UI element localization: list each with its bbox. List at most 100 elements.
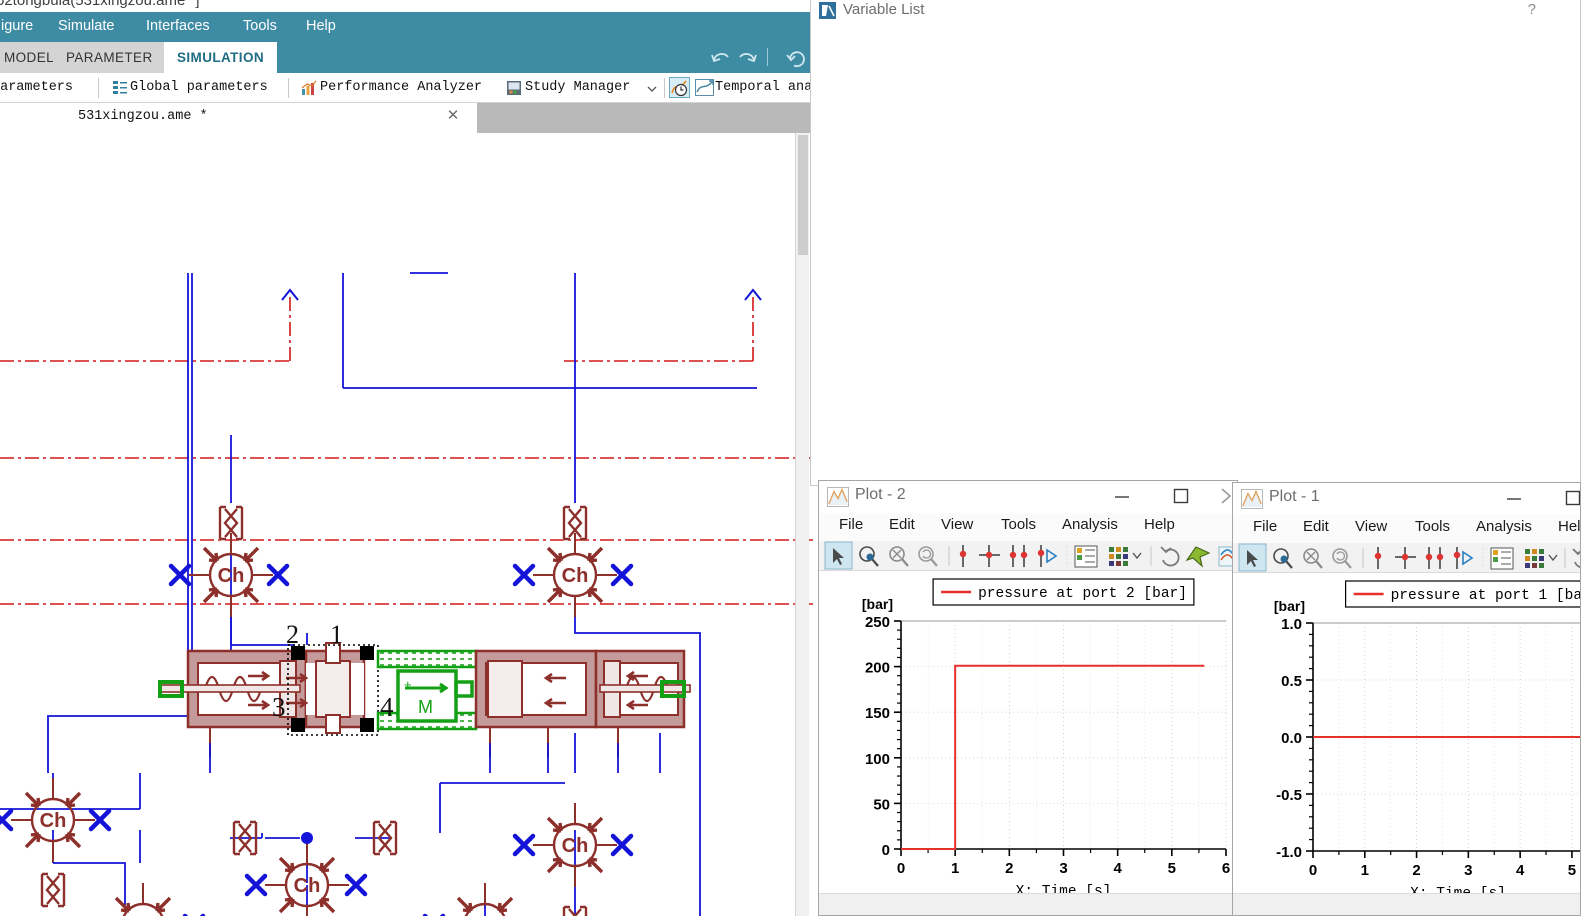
- toolbar-study-manager[interactable]: Study Manager: [525, 73, 630, 103]
- plot-1-menu-file[interactable]: File: [1253, 518, 1277, 535]
- plot-1-menu-analysis[interactable]: Analysis: [1476, 518, 1532, 535]
- svg-text:4: 4: [1113, 860, 1122, 877]
- chart-legend[interactable]: pressure at port 1 [bar]: [1344, 580, 1581, 608]
- svg-text:3: 3: [272, 692, 286, 722]
- mass-submodel: + M 4: [376, 649, 478, 731]
- chevron-down-icon[interactable]: [646, 83, 658, 95]
- plot-2-menu-edit[interactable]: Edit: [889, 516, 915, 533]
- hydraulic-lines: [0, 272, 757, 916]
- chart-legend[interactable]: pressure at port 2 [bar]: [932, 578, 1195, 606]
- performance-analyzer-icon[interactable]: [301, 80, 317, 96]
- variable-list-window: Variable List ? Submodel + M 2 1 mass_fr…: [810, 0, 1581, 486]
- check-valve-3[interactable]: [9, 776, 97, 864]
- plot-1-menu-tools[interactable]: Tools: [1415, 518, 1450, 535]
- maximize-button[interactable]: [1559, 487, 1580, 509]
- pin-icon: [1185, 546, 1211, 568]
- refresh-icon: [1160, 546, 1180, 567]
- ribbon-actions: [657, 42, 807, 73]
- refresh-icon[interactable]: [785, 48, 809, 70]
- toolbar-temporal-analysis[interactable]: Temporal ana: [715, 73, 812, 103]
- svg-text:50: 50: [873, 796, 890, 813]
- minimize-button[interactable]: [1109, 485, 1135, 507]
- maximize-button[interactable]: [1167, 485, 1193, 507]
- orifice-3[interactable]: [40, 872, 66, 908]
- svg-text:5: 5: [1168, 860, 1176, 877]
- study-manager-icon[interactable]: [506, 80, 522, 96]
- plot-2-window[interactable]: Plot - 2 File Edit View Tools Analysis H…: [818, 480, 1238, 916]
- tab-parameter[interactable]: PARAMETER: [53, 42, 166, 73]
- port-marker-5: [0, 811, 11, 829]
- y-axis-unit-label: [bar]: [862, 596, 893, 612]
- toolbar-global-parameters[interactable]: Global parameters: [130, 73, 268, 103]
- menu-bar: igure Simulate Interfaces Tools Help: [0, 12, 813, 42]
- legend-list-icon: [1490, 547, 1514, 570]
- help-icon[interactable]: ?: [1528, 1, 1536, 18]
- plot-2-menu-view[interactable]: View: [941, 516, 973, 533]
- port-marker-3: [515, 566, 533, 584]
- tab-simulation[interactable]: SIMULATION: [164, 42, 277, 73]
- check-valve-6[interactable]: [531, 801, 619, 889]
- plot-2-menu-tools[interactable]: Tools: [1001, 516, 1036, 533]
- legend-label: pressure at port 2 [bar]: [978, 586, 1187, 602]
- minimize-button[interactable]: [1501, 487, 1527, 509]
- plot-icon: [827, 487, 849, 507]
- plot-1-window[interactable]: Plot - 1 File Edit View Tools Analysis H…: [1232, 482, 1581, 916]
- plot-1-status-bar: [1233, 893, 1580, 915]
- plot-1-menu-help[interactable]: Hel: [1558, 518, 1580, 535]
- svg-text:-1.0: -1.0: [1276, 844, 1302, 861]
- simulation-toolbar: Parameters Global parameters Performance…: [0, 73, 813, 103]
- dual-cursor-icon: [1425, 547, 1444, 569]
- menu-item-interfaces[interactable]: Interfaces: [143, 17, 213, 35]
- plot-2-menu-analysis[interactable]: Analysis: [1062, 516, 1118, 533]
- svg-text:+: +: [404, 677, 412, 692]
- plot-1-menu-edit[interactable]: Edit: [1303, 518, 1329, 535]
- check-valve-5[interactable]: [263, 841, 351, 916]
- plot-2-menu-bar: File Edit View Tools Analysis Help: [819, 513, 1237, 541]
- menu-item-simulate[interactable]: Simulate: [55, 17, 117, 35]
- zoom-in-icon: [859, 546, 879, 567]
- plot-1-title-bar[interactable]: Plot - 1: [1233, 483, 1580, 515]
- document-tab[interactable]: 531xingzou.ame * ✕: [0, 103, 477, 133]
- global-parameters-icon[interactable]: [112, 80, 128, 96]
- plot-1-menu-view[interactable]: View: [1355, 518, 1387, 535]
- svg-text:-0.5: -0.5: [1276, 787, 1302, 804]
- reference-lines: [0, 295, 813, 605]
- port-marker-10: [515, 836, 533, 854]
- variable-list-body: [811, 22, 1580, 485]
- svg-text:1: 1: [1361, 862, 1369, 879]
- grid-layout-icon: [1109, 547, 1142, 566]
- temporal-plot-icon[interactable]: [694, 78, 716, 98]
- svg-text:100: 100: [865, 751, 890, 768]
- toolbar-parameters[interactable]: Parameters: [0, 73, 73, 103]
- toolbar-performance-analyzer[interactable]: Performance Analyzer: [320, 73, 482, 103]
- canvas-vertical-scrollbar[interactable]: [795, 133, 809, 916]
- close-icon[interactable]: ✕: [445, 108, 461, 124]
- plot-2-menu-help[interactable]: Help: [1144, 516, 1175, 533]
- svg-text:0: 0: [882, 842, 890, 859]
- menu-item-figure[interactable]: igure: [0, 17, 36, 35]
- check-valve-4[interactable]: [99, 881, 187, 916]
- plot-2-menu-file[interactable]: File: [839, 516, 863, 533]
- menu-item-help[interactable]: Help: [303, 17, 339, 35]
- cursor-play-icon: [1453, 547, 1474, 569]
- plot-2-chart-area[interactable]: 0 50 100 150 200 250 0 1 2 3 4 5 6 [bar] X: Time [s] pr…: [819, 571, 1237, 900]
- crosshair-cursor-icon: [1395, 547, 1416, 569]
- junction-node: [301, 832, 313, 844]
- svg-text:250: 250: [865, 614, 890, 631]
- single-cursor-icon: [1374, 547, 1382, 569]
- port-marker-1: [171, 566, 189, 584]
- temporal-analysis-icon[interactable]: [669, 77, 690, 98]
- cursor-play-icon: [1037, 545, 1058, 567]
- undo-icon[interactable]: [709, 48, 731, 68]
- redo-icon[interactable]: [737, 48, 759, 68]
- plot-2-title-bar[interactable]: Plot - 2: [819, 481, 1237, 513]
- svg-text:150: 150: [865, 705, 890, 722]
- menu-item-tools[interactable]: Tools: [240, 17, 280, 35]
- scrollbar-thumb[interactable]: [798, 135, 808, 255]
- variable-list-title: Variable List: [843, 1, 925, 18]
- svg-text:2: 2: [1005, 860, 1013, 877]
- plot-1-chart-area[interactable]: -1.0 -0.5 0.0 0.5 1.0 0 1 2 3 4 5 [bar] X: Time [s] p…: [1233, 573, 1581, 902]
- plot-2-toolbar-icons: [824, 541, 1237, 570]
- schematic-canvas[interactable]: Ch: [0, 133, 813, 916]
- svg-text:0.5: 0.5: [1281, 673, 1302, 690]
